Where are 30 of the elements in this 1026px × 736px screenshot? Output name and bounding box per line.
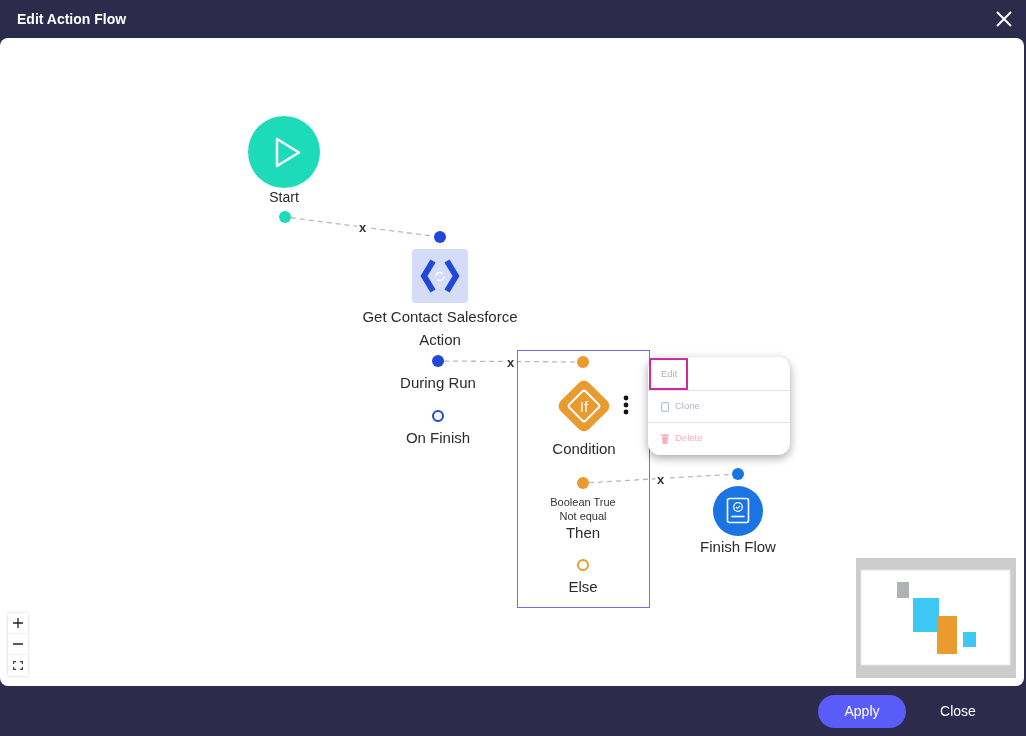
port-handle[interactable] xyxy=(432,355,444,367)
apply-button[interactable]: Apply xyxy=(818,694,906,728)
if-label: If xyxy=(579,398,589,414)
node-label: Finish Flow xyxy=(700,537,776,557)
port-handle[interactable] xyxy=(279,211,291,223)
window-title: Edit Action Flow xyxy=(17,9,127,29)
plus-icon xyxy=(13,618,23,628)
port-handle[interactable] xyxy=(577,477,589,489)
port-handle[interactable] xyxy=(732,468,744,480)
port-handle[interactable] xyxy=(577,356,589,368)
port-label: During Run xyxy=(400,373,476,393)
condition-detail: Boolean True xyxy=(550,495,616,509)
port-label: Then xyxy=(565,523,601,543)
port-label: On Finish xyxy=(405,428,471,448)
minus-icon xyxy=(13,643,23,645)
kebab-menu-icon[interactable] xyxy=(623,395,629,415)
port-handle[interactable] xyxy=(577,559,589,571)
code-brackets-icon xyxy=(412,249,468,303)
close-button[interactable]: Close xyxy=(922,694,994,728)
fit-view-icon xyxy=(13,661,23,670)
port-label: Else xyxy=(568,577,598,597)
node-label: Get Contact Salesforce Action xyxy=(361,306,519,350)
node-label: Condition xyxy=(552,439,616,459)
close-icon[interactable] xyxy=(996,11,1012,27)
node-label: Start xyxy=(269,188,299,207)
port-handle[interactable] xyxy=(432,410,444,422)
port-handle[interactable] xyxy=(434,231,446,243)
condition-detail: Not equal xyxy=(559,509,607,523)
copy-icon xyxy=(661,401,669,412)
trash-icon xyxy=(661,433,669,444)
